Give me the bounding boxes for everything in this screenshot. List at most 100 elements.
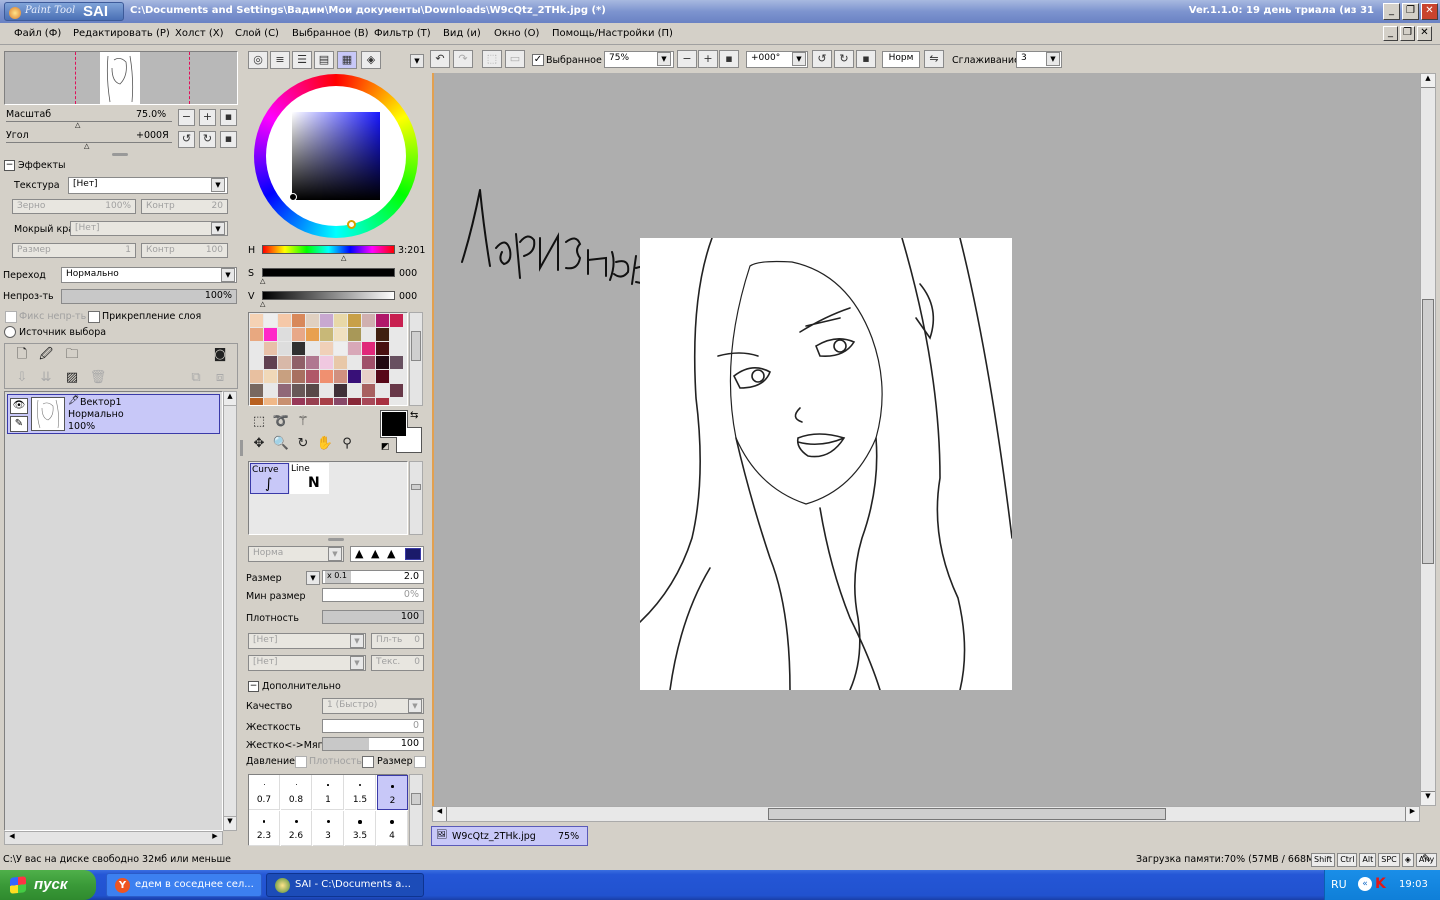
layer-list-scrollbar[interactable]: ▲ ▼	[223, 391, 237, 831]
color-swatch[interactable]	[320, 356, 333, 369]
pressure-size-checkbox[interactable]	[362, 756, 374, 768]
maximize-button[interactable]: ❐	[1402, 3, 1419, 20]
color-swatch[interactable]	[320, 384, 333, 397]
color-swatch[interactable]	[292, 356, 305, 369]
zoom-dropdown-icon[interactable]: ▼	[657, 52, 671, 66]
color-swatch[interactable]	[376, 356, 389, 369]
color-swatch[interactable]	[278, 370, 291, 383]
color-swatch[interactable]	[264, 314, 277, 327]
rotate-reset-button[interactable]: ▪	[220, 131, 237, 148]
toolbar-rotate-reset-button[interactable]: ▪	[856, 50, 876, 68]
selection-source-radio[interactable]	[4, 326, 16, 338]
color-swatch[interactable]	[376, 314, 389, 327]
rotate-icon[interactable]: ↻	[294, 435, 312, 453]
color-swatch[interactable]	[320, 398, 333, 405]
menu-filter[interactable]: Фильтр (Т)	[374, 28, 431, 39]
canvas-hscrollbar[interactable]: ◀ ▶	[432, 806, 1420, 822]
undo-button[interactable]: ↶	[430, 50, 450, 68]
color-swatch[interactable]	[334, 370, 347, 383]
color-swatch[interactable]	[334, 356, 347, 369]
color-swatch[interactable]	[292, 342, 305, 355]
menu-edit[interactable]: Редактировать (Р)	[73, 28, 170, 39]
zoom-out-button[interactable]: −	[178, 109, 195, 126]
view-blend-select[interactable]: Норм	[882, 51, 920, 68]
layer-row[interactable]: 👁 ✎ 🖋 Вектор1 Нормально 100%	[7, 394, 220, 434]
color-swatch[interactable]	[390, 314, 403, 327]
value-slider[interactable]	[262, 291, 395, 300]
density-slider[interactable]: 100	[322, 610, 424, 624]
swatch-scrollbar[interactable]	[409, 312, 423, 406]
canvas-scroll-down[interactable]: ▼	[1421, 791, 1435, 805]
brush-shape-square-icon[interactable]	[405, 548, 421, 560]
color-swatch[interactable]	[292, 328, 305, 341]
hardness-slider[interactable]: 0	[322, 719, 424, 733]
color-swatch[interactable]	[348, 384, 361, 397]
task-browser[interactable]: Y едем в соседнее сел...	[106, 873, 262, 897]
foreground-color-swatch[interactable]	[381, 411, 407, 437]
navigator-preview[interactable]	[4, 51, 238, 105]
brush-shape-selector[interactable]: ▲ ▲ ▲	[350, 546, 424, 562]
brush-size-dropdown-icon[interactable]: ▼	[306, 571, 320, 585]
document-tab[interactable]: 🖼 W9cQtz_2THk.jpg 75%	[431, 826, 588, 846]
swap-colors-icon[interactable]: ⇆	[410, 410, 418, 421]
color-swatch[interactable]	[278, 314, 291, 327]
new-layer-icon[interactable]: 🗋	[13, 346, 31, 364]
swatch-scroll-thumb[interactable]	[411, 331, 421, 361]
color-swatch[interactable]	[306, 314, 319, 327]
color-panel-menu-icon[interactable]: ▼	[410, 54, 424, 68]
color-swatch[interactable]	[376, 370, 389, 383]
canvas-scroll-left[interactable]: ◀	[433, 807, 447, 821]
rotate-right-button[interactable]: ↻	[199, 131, 216, 148]
tool-list-scrollbar[interactable]	[409, 461, 423, 535]
eyedropper-icon[interactable]: ⚲	[338, 435, 356, 453]
menu-help[interactable]: Помощь/Настройки (П)	[552, 28, 673, 39]
brush-size-slider[interactable]: x 0.1 2.0	[322, 570, 424, 584]
advanced-collapse-icon[interactable]: −	[248, 681, 259, 692]
rotate-left-button[interactable]: ↺	[178, 131, 195, 148]
color-swatch[interactable]	[362, 314, 375, 327]
brush-size-preset[interactable]: 1.5	[345, 775, 376, 810]
show-selection-checkbox[interactable]: ✓	[532, 54, 544, 66]
min-size-slider[interactable]: 0%	[322, 588, 424, 602]
color-swatch[interactable]	[306, 370, 319, 383]
tray-expand-icon[interactable]: «	[1358, 877, 1372, 891]
color-swatch[interactable]	[362, 328, 375, 341]
menu-window[interactable]: Окно (О)	[494, 28, 539, 39]
color-swatch[interactable]	[390, 356, 403, 369]
color-swatch[interactable]	[320, 370, 333, 383]
move-icon[interactable]: ✥	[250, 435, 268, 453]
magic-wand-icon[interactable]: ⚚	[294, 413, 312, 431]
color-swatch[interactable]	[376, 384, 389, 397]
angle-slider-thumb[interactable]: △	[84, 142, 89, 150]
doc-minimize-button[interactable]: _	[1383, 26, 1398, 41]
zoom-in-button[interactable]: +	[199, 109, 216, 126]
rotation-dropdown-icon[interactable]: ▼	[792, 52, 806, 66]
color-swatch[interactable]	[250, 370, 263, 383]
hue-cursor[interactable]	[347, 220, 356, 229]
brush-size-preset[interactable]: 2.6	[281, 811, 312, 846]
brush-size-preset[interactable]: 1	[313, 775, 344, 810]
color-swatch[interactable]	[320, 342, 333, 355]
toolbar-zoom-reset-button[interactable]: ▪	[719, 50, 739, 68]
color-swatch[interactable]	[292, 314, 305, 327]
canvas-paper[interactable]	[639, 237, 1013, 691]
brush-size-preset[interactable]: 0.7	[249, 775, 280, 810]
color-swatch[interactable]	[348, 356, 361, 369]
canvas-vscrollbar[interactable]: ▲ ▼	[1420, 73, 1436, 806]
color-swatch[interactable]	[334, 398, 347, 405]
layer-scroll-right[interactable]: ▶	[208, 832, 222, 844]
color-swatch[interactable]	[376, 342, 389, 355]
panel-splitter[interactable]	[112, 153, 128, 156]
saturation-slider-thumb[interactable]: △	[260, 277, 265, 285]
canvas-vscroll-thumb[interactable]	[1422, 299, 1434, 564]
texture-select[interactable]: [Нет]	[68, 177, 228, 194]
brush-size-multiplier[interactable]: x 0.1	[325, 571, 351, 583]
color-swatch[interactable]	[376, 328, 389, 341]
reset-colors-icon[interactable]: ◩	[381, 442, 390, 452]
color-swatch[interactable]	[264, 342, 277, 355]
toolbar-rotate-left-button[interactable]: ↺	[812, 50, 832, 68]
color-swatch[interactable]	[348, 370, 361, 383]
color-swatch[interactable]	[250, 398, 263, 405]
opacity-slider[interactable]: 100%	[61, 289, 237, 304]
menu-view[interactable]: Вид (и)	[443, 28, 481, 39]
